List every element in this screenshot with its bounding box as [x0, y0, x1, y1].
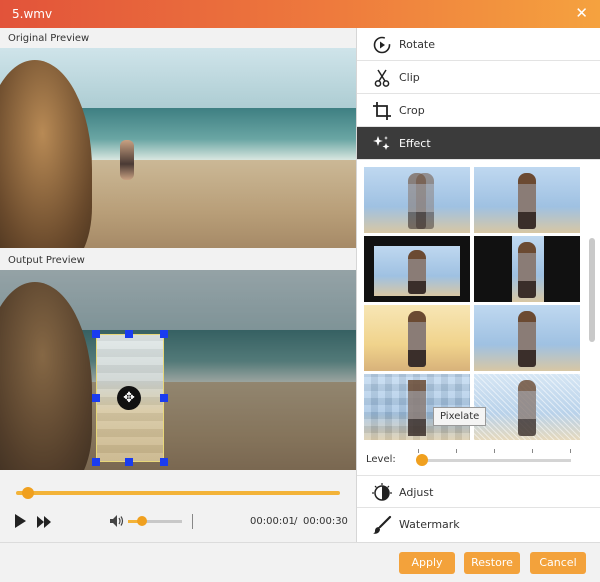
preview-panel: Original Preview Output Preview ✥ 00:00:…	[0, 28, 356, 542]
level-slider-knob[interactable]	[416, 454, 428, 466]
total-time: 00:00:30	[303, 516, 348, 527]
menu-adjust[interactable]: Adjust	[357, 475, 600, 508]
level-tick	[532, 449, 533, 453]
rotate-icon	[373, 36, 391, 54]
menu-label: Adjust	[399, 486, 434, 499]
menu-label: Crop	[399, 104, 425, 117]
resize-handle-top-left[interactable]	[92, 330, 100, 338]
fast-forward-icon[interactable]	[37, 516, 51, 528]
timeline-track[interactable]	[16, 491, 340, 495]
cancel-button[interactable]: Cancel	[530, 552, 586, 574]
menu-crop[interactable]: Crop	[357, 94, 600, 127]
play-icon[interactable]	[14, 514, 26, 528]
volume-icon[interactable]	[110, 515, 124, 527]
resize-handle-top-right[interactable]	[160, 330, 168, 338]
effect-thumb-warm[interactable]	[364, 305, 470, 371]
original-preview-label: Original Preview	[8, 33, 90, 44]
effects-grid: Pixelate	[357, 160, 600, 480]
player-separator	[192, 514, 193, 529]
resize-handle-right[interactable]	[160, 394, 168, 402]
timeline-playhead[interactable]	[22, 487, 34, 499]
output-preview-label: Output Preview	[8, 255, 85, 266]
resize-handle-top[interactable]	[125, 330, 133, 338]
level-label: Level:	[366, 454, 396, 465]
original-preview-video	[0, 48, 356, 248]
move-icon[interactable]: ✥	[117, 386, 141, 410]
sparkle-icon	[373, 136, 390, 150]
level-tick	[570, 449, 571, 453]
brush-icon	[373, 515, 392, 534]
resize-handle-bottom-right[interactable]	[160, 458, 168, 466]
output-preview-video: ✥	[0, 270, 356, 470]
runner-figure	[120, 140, 134, 180]
preview-dim-overlay	[0, 270, 356, 470]
level-slider-track[interactable]	[417, 459, 571, 462]
level-tick	[418, 449, 419, 453]
effect-tooltip: Pixelate	[433, 407, 487, 426]
menu-watermark[interactable]: Watermark	[357, 508, 600, 541]
level-tick	[494, 449, 495, 453]
resize-handle-left[interactable]	[92, 394, 100, 402]
effect-thumb-narrow[interactable]	[474, 236, 580, 302]
menu-effect[interactable]: Effect	[357, 127, 600, 160]
video-editor-window: 5.wmv ✕ Original Preview Output Preview	[0, 0, 600, 582]
effect-thumb-ghost[interactable]	[364, 167, 470, 233]
level-tick	[456, 449, 457, 453]
apply-button[interactable]: Apply	[399, 552, 455, 574]
tools-panel: Rotate Clip Crop Effect Pixelate Level: …	[356, 28, 600, 542]
menu-label: Rotate	[399, 38, 436, 51]
time-separator: /	[294, 516, 298, 527]
restore-button[interactable]: Restore	[464, 552, 520, 574]
volume-knob[interactable]	[137, 516, 147, 526]
menu-rotate[interactable]: Rotate	[357, 28, 600, 61]
menu-label: Watermark	[399, 518, 460, 531]
effect-thumb-perspective[interactable]	[364, 236, 470, 302]
menu-label: Effect	[399, 137, 431, 150]
current-time: 00:00:01	[250, 516, 295, 527]
scissors-icon	[374, 69, 390, 87]
adjust-icon	[372, 483, 392, 501]
effects-scrollbar[interactable]	[589, 238, 595, 342]
crop-icon	[373, 102, 391, 120]
effect-thumb-normal[interactable]	[474, 167, 580, 233]
menu-clip[interactable]: Clip	[357, 61, 600, 94]
effect-thumb-noise[interactable]	[474, 374, 580, 440]
window-title: 5.wmv	[12, 7, 53, 21]
title-bar: 5.wmv ✕	[0, 0, 600, 28]
menu-label: Clip	[399, 71, 420, 84]
resize-handle-bottom-left[interactable]	[92, 458, 100, 466]
resize-handle-bottom[interactable]	[125, 458, 133, 466]
close-icon[interactable]: ✕	[575, 5, 588, 21]
footer-bar: Apply Restore Cancel	[0, 542, 600, 582]
effect-thumb-sharpen[interactable]	[474, 305, 580, 371]
